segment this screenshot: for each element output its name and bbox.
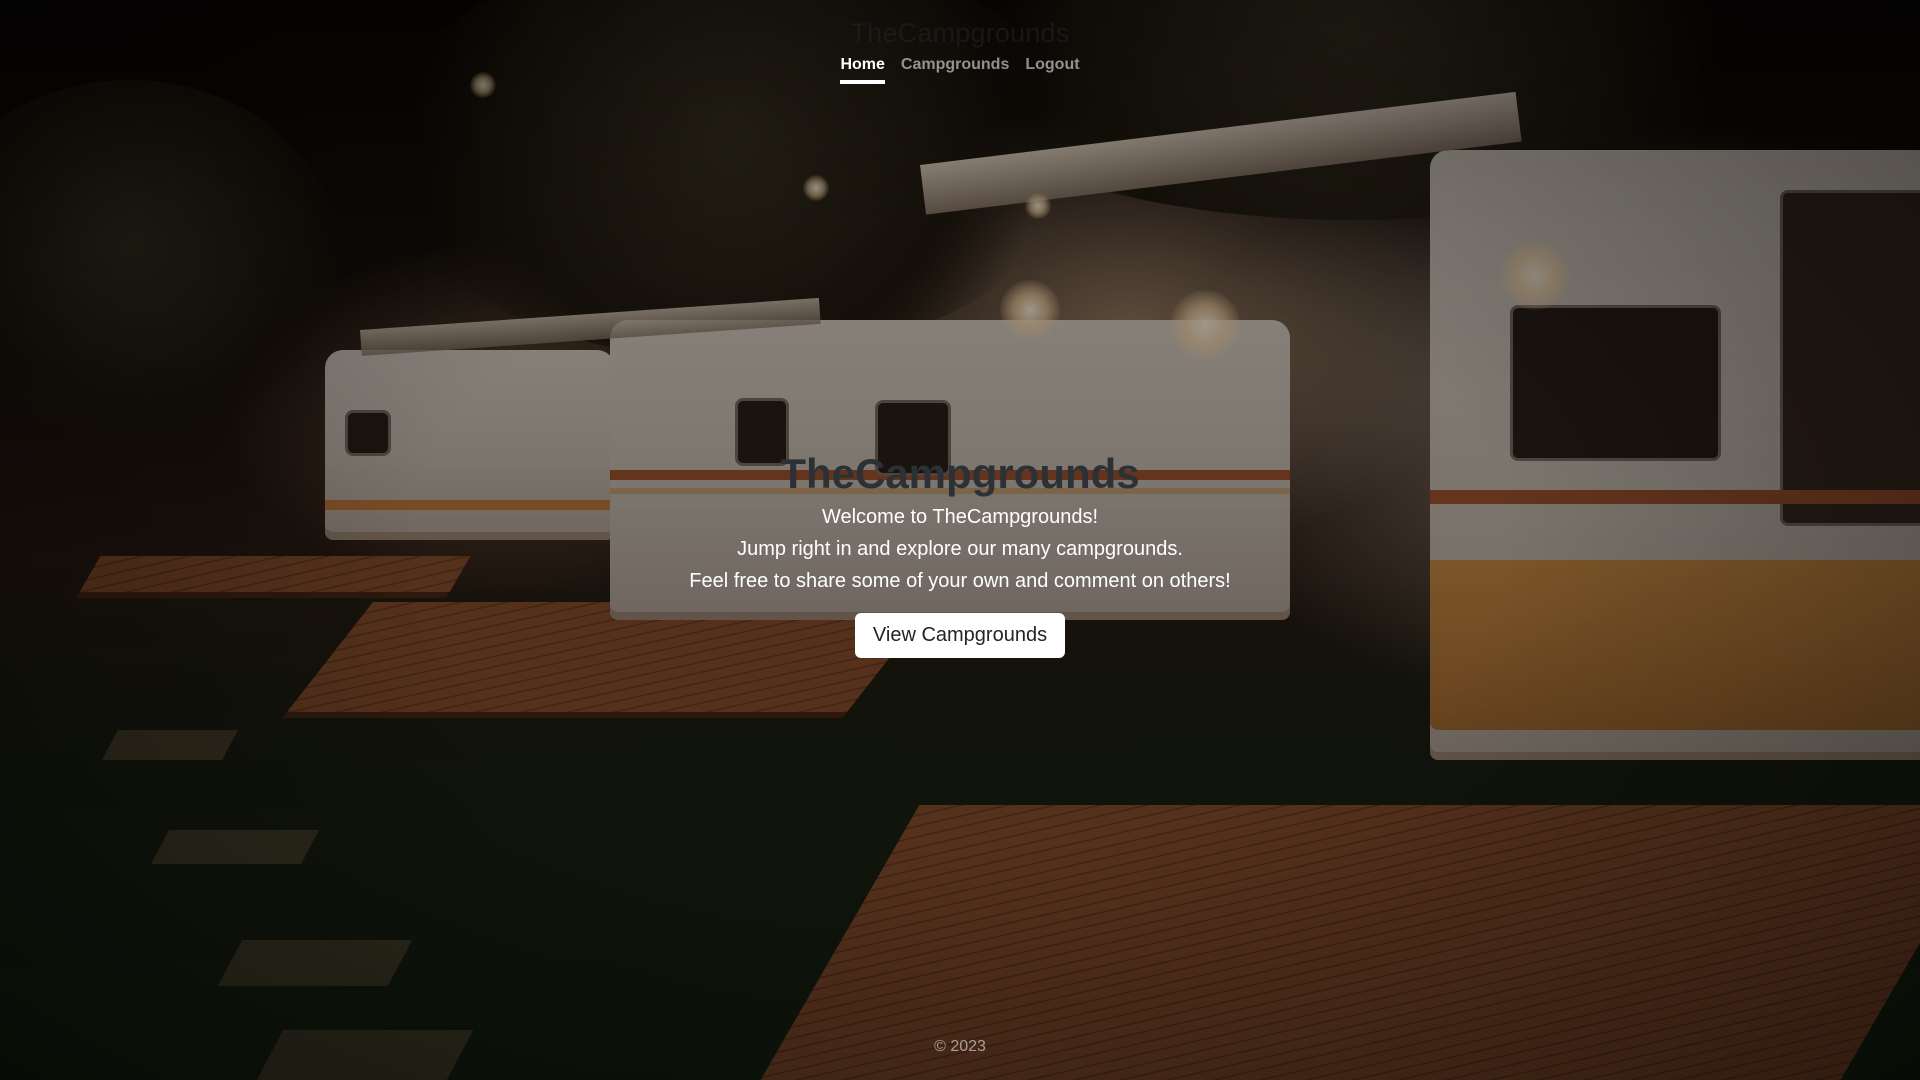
hero-title: TheCampgrounds (780, 450, 1140, 497)
view-campgrounds-button[interactable]: View Campgrounds (854, 613, 1066, 658)
landing-page: TheCampgrounds Home Campgrounds Logout T… (0, 0, 1920, 1080)
hero-share-text: Feel free to share some of your own and … (689, 570, 1231, 592)
hero: TheCampgrounds Welcome to TheCampgrounds… (0, 448, 1920, 658)
nav-campgrounds-link[interactable]: Campgrounds (901, 56, 1009, 84)
nav-home-link[interactable]: Home (840, 56, 885, 84)
hero-explore-text: Jump right in and explore our many campg… (737, 538, 1183, 560)
site-footer: © 2023 (934, 1038, 986, 1055)
main-nav: Home Campgrounds Logout (840, 56, 1080, 84)
site-header: TheCampgrounds Home Campgrounds Logout (840, 18, 1080, 84)
hero-welcome-text: Welcome to TheCampgrounds! (821, 506, 1099, 528)
site-brand: TheCampgrounds (850, 18, 1070, 48)
nav-logout-link[interactable]: Logout (1025, 56, 1079, 84)
